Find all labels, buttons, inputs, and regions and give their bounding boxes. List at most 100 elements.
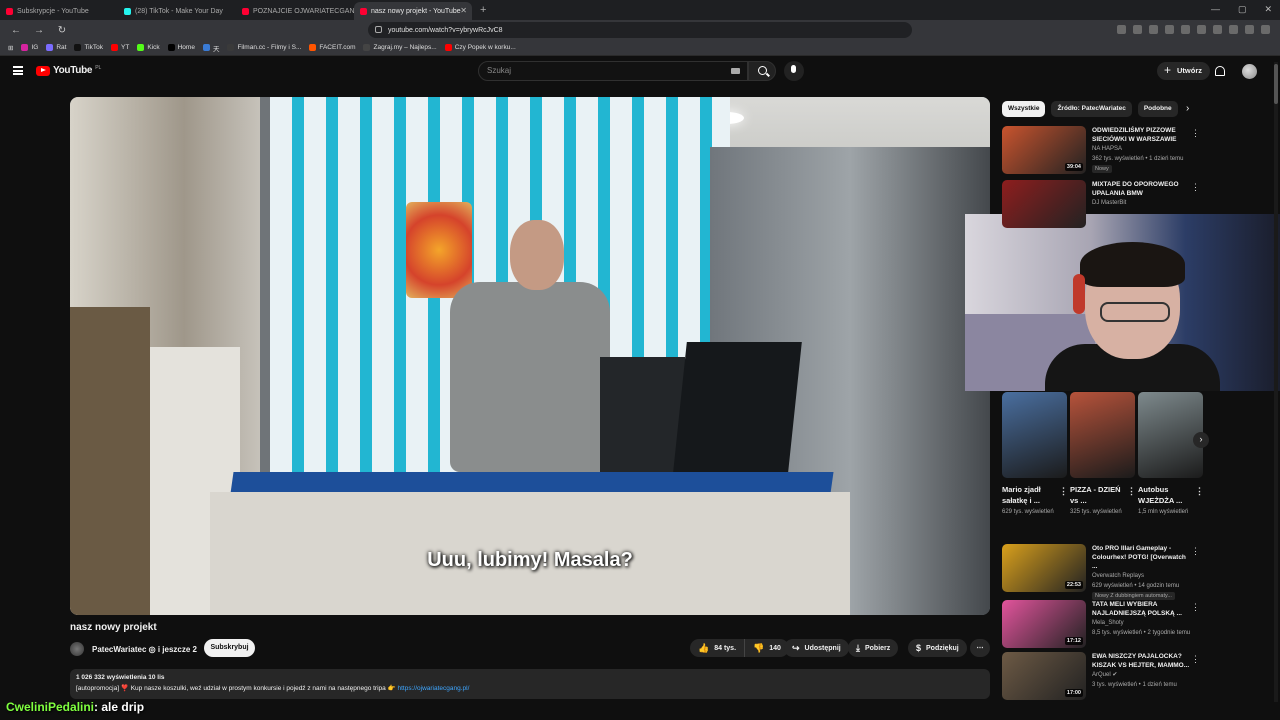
bookmark-item[interactable]: Filman.cc - Filmy i S...	[227, 43, 301, 53]
short-more-icon[interactable]: ⋮	[1195, 486, 1204, 497]
share-button[interactable]: ↪ Udostępnij	[784, 639, 849, 657]
short-title[interactable]: PIZZA - DZIEŃ vs ... ⋮	[1070, 484, 1136, 506]
extension-icon[interactable]	[1117, 25, 1126, 34]
more-options-icon[interactable]: ⋮	[1191, 128, 1200, 139]
recommended-title[interactable]: EWA NISZCZY PAJALOCKA? KISZAK VS HEJTER,…	[1092, 652, 1192, 670]
youtube-logo[interactable]: YouTube PL	[36, 65, 101, 76]
recommended-channel[interactable]: Overwatch Replays	[1092, 572, 1192, 581]
extension-icon[interactable]	[1261, 25, 1270, 34]
chips-next-icon[interactable]: ›	[1186, 103, 1189, 114]
bookmark-item[interactable]: Home	[167, 43, 195, 53]
video-thumbnail[interactable]: 17:12	[1002, 600, 1086, 648]
logo-region: PL	[95, 64, 102, 71]
recommended-title[interactable]: Oto PRO Illari Gameplay - Colourhex! POT…	[1092, 544, 1192, 571]
more-options-icon[interactable]: ⋮	[1191, 182, 1200, 193]
recommended-channel[interactable]: ArQuel ✔	[1092, 671, 1192, 680]
bookmark-item[interactable]: FACEIT.com	[309, 43, 355, 53]
short-more-icon[interactable]: ⋮	[1127, 486, 1136, 497]
short-thumbnail[interactable]	[1070, 392, 1135, 478]
dislike-button[interactable]: 👎 140	[745, 639, 789, 657]
subscribe-button[interactable]: Subskrybuj	[204, 639, 255, 657]
browser-tab[interactable]: (28) TikTok - Make Your Day	[118, 2, 236, 20]
short-title[interactable]: Autobus WJEŻDŻA ... ⋮	[1138, 484, 1204, 506]
short-item[interactable]: Autobus WJEŻDŻA ... ⋮ 1,5 mln wyświetleń	[1138, 392, 1204, 517]
more-options-icon[interactable]: ⋮	[1191, 546, 1200, 557]
recommended-video[interactable]: 39:04 ODWIEDZILIŚMY PIZZOWE SIECIÓWKI W W…	[1002, 126, 1202, 174]
filter-chip[interactable]: Podobne	[1137, 101, 1178, 117]
recommended-channel[interactable]: NA HAPSA	[1092, 145, 1192, 154]
reload-icon[interactable]: ↻	[55, 25, 69, 36]
recommended-channel[interactable]: Mela_Shoty	[1092, 619, 1192, 628]
more-options-icon[interactable]: ⋮	[1191, 654, 1200, 665]
more-options-icon[interactable]: ⋮	[1191, 602, 1200, 613]
filter-chip[interactable]: Wszystkie	[1002, 101, 1046, 117]
video-thumbnail[interactable]: 39:04	[1002, 126, 1086, 174]
back-icon[interactable]: ←	[9, 25, 23, 36]
short-item[interactable]: PIZZA - DZIEŃ vs ... ⋮ 325 tys. wyświetleń	[1070, 392, 1136, 517]
recommended-video[interactable]: 17:12 TATA MELI WYBIERA NAJLADNIEJSZĄ POL…	[1002, 600, 1202, 648]
short-item[interactable]: Mario zjadł sałatkę i ... ⋮ 629 tys. wyświ…	[1002, 392, 1068, 517]
filter-chip[interactable]: Źródło: PatecWariatec	[1051, 101, 1132, 117]
video-thumbnail[interactable]: 22:53	[1002, 544, 1086, 592]
browser-tab[interactable]: Subskrypcje - YouTube	[0, 2, 118, 20]
close-tab-icon[interactable]: ✕	[460, 6, 467, 15]
recommended-title[interactable]: ODWIEDZILIŚMY PIZZOWE SIECIÓWKI W WARSZA…	[1092, 126, 1192, 144]
bookmark-item[interactable]: Rat	[46, 43, 66, 53]
extension-icon[interactable]	[1197, 25, 1206, 34]
bookmark-item[interactable]: Kick	[137, 43, 160, 53]
thanks-button[interactable]: $ Podziękuj	[908, 639, 967, 657]
browser-tab[interactable]: POZNAJCIE OJWARIATECGANG! - Yo	[236, 2, 354, 20]
url-field[interactable]: youtube.com/watch?v=ybrywRcJvC8	[368, 22, 912, 38]
menu-icon[interactable]	[13, 66, 23, 75]
bookmark-item[interactable]: Czy Popek w korku...	[444, 43, 516, 53]
download-icon: ⤓	[856, 642, 860, 653]
maximize-icon[interactable]: ▢	[1238, 4, 1247, 15]
bookmark-item[interactable]: IG	[21, 43, 38, 53]
recommended-title[interactable]: MIXTAPE DO OPOROWEGO UPALANIA BMW	[1092, 180, 1192, 198]
video-player[interactable]: Uuu, lubimy! Masala?	[70, 97, 990, 615]
download-button[interactable]: ⤓ Pobierz	[848, 639, 899, 657]
recommended-video[interactable]: MIXTAPE DO OPOROWEGO UPALANIA BMW DJ Mast…	[1002, 180, 1202, 228]
short-thumbnail[interactable]	[1002, 392, 1067, 478]
account-avatar[interactable]	[1242, 64, 1257, 79]
short-more-icon[interactable]: ⋮	[1059, 486, 1068, 497]
recommended-title[interactable]: TATA MELI WYBIERA NAJLADNIEJSZĄ POLSKĄ .…	[1092, 600, 1192, 618]
browser-tab[interactable]: nasz nowy projekt - YouTube ✕	[354, 2, 472, 20]
extension-icon[interactable]	[1245, 25, 1254, 34]
extension-icon[interactable]	[1229, 25, 1238, 34]
forward-icon[interactable]: →	[32, 25, 46, 36]
voice-search-button[interactable]	[784, 61, 804, 81]
channel-avatar[interactable]	[70, 642, 84, 656]
site-info-icon[interactable]	[375, 26, 382, 33]
description-box[interactable]: 1 026 332 wyświetlenia 10 lis [autopromo…	[70, 669, 990, 699]
close-window-icon[interactable]: ✕	[1264, 4, 1272, 15]
minimize-icon[interactable]: —	[1211, 4, 1220, 15]
create-button[interactable]: Utwórz	[1157, 61, 1210, 80]
extension-icon[interactable]	[1213, 25, 1222, 34]
more-actions-button[interactable]: ⋯	[970, 639, 990, 657]
extension-icon[interactable]	[1149, 25, 1158, 34]
notifications-icon[interactable]	[1215, 66, 1225, 76]
page-scrollbar[interactable]	[1274, 62, 1278, 702]
video-thumbnail[interactable]	[1002, 180, 1086, 228]
bookmark-item[interactable]: TikTok	[74, 43, 103, 53]
search-input[interactable]: Szukaj	[478, 61, 748, 81]
recommended-channel[interactable]: DJ MasterBit	[1092, 199, 1192, 208]
short-title[interactable]: Mario zjadł sałatkę i ... ⋮	[1002, 484, 1068, 506]
like-button[interactable]: 👍 84 tys.	[690, 639, 746, 657]
bookmark-item[interactable]: YT	[111, 43, 129, 53]
search-button[interactable]	[748, 61, 776, 81]
bookmark-item[interactable]: 天	[202, 43, 219, 53]
extension-icon[interactable]	[1165, 25, 1174, 34]
keyboard-icon[interactable]	[731, 68, 740, 74]
extension-icon[interactable]	[1133, 25, 1142, 34]
description-link[interactable]: https://ojwariatecgang.pl/	[398, 685, 470, 692]
recommended-video[interactable]: 22:53 Oto PRO Illari Gameplay - Colourhex…	[1002, 544, 1202, 600]
recommended-video[interactable]: 17:00 EWA NISZCZY PAJALOCKA? KISZAK VS HE…	[1002, 652, 1202, 700]
shorts-next-button[interactable]: ›	[1193, 432, 1209, 448]
new-tab-button[interactable]: +	[480, 4, 486, 16]
channel-name[interactable]: PatecWariatec ◎ i jeszcze 2	[92, 645, 197, 654]
extension-icon[interactable]	[1181, 25, 1190, 34]
bookmark-item[interactable]: Zagraj.my – Najleps...	[363, 43, 437, 53]
video-thumbnail[interactable]: 17:00	[1002, 652, 1086, 700]
